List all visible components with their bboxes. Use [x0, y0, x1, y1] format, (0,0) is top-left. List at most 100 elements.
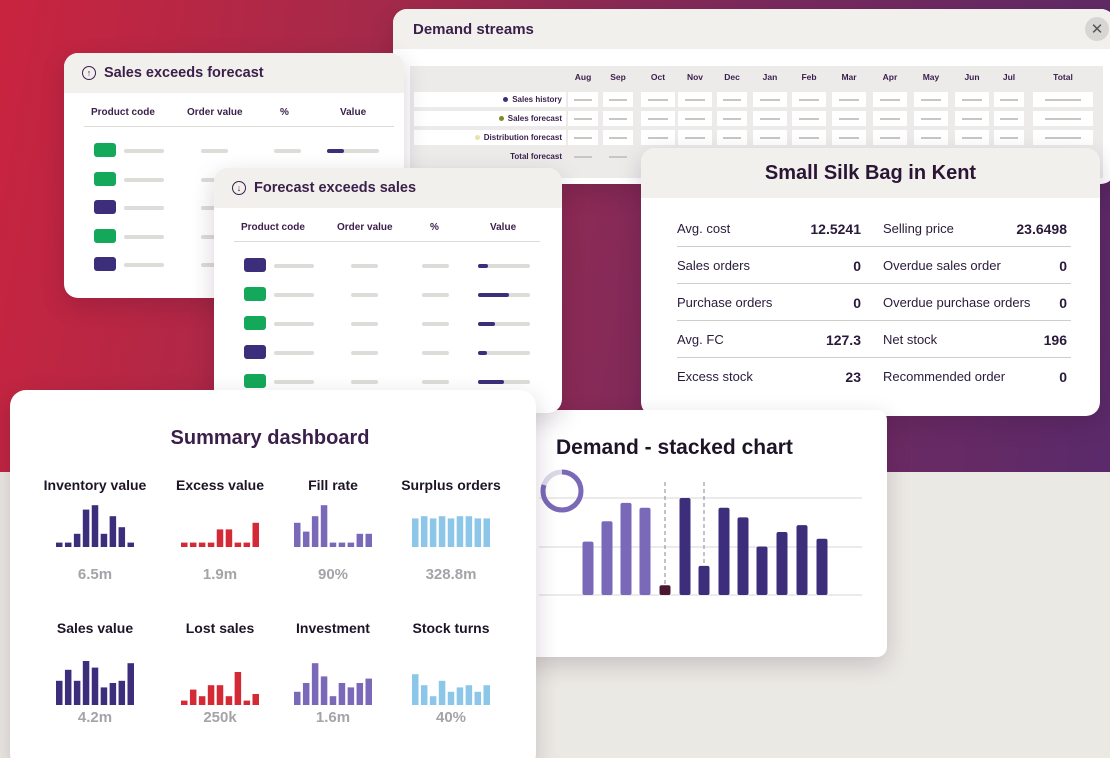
sparkbar — [302, 683, 310, 705]
sparkbar — [73, 680, 81, 705]
placeholder-dash — [920, 117, 942, 120]
table-row[interactable] — [64, 143, 404, 159]
metric-label: Excess value — [176, 477, 264, 493]
stream-cell — [955, 92, 989, 107]
order-value-placeholder — [351, 351, 378, 355]
product-code-placeholder — [274, 293, 314, 297]
metric-value: 40% — [435, 709, 467, 726]
chart-bar — [776, 531, 788, 595]
month-header: Jun — [964, 72, 980, 82]
placeholder-dash — [838, 98, 860, 101]
stream-row-label: Sales history — [414, 92, 566, 107]
chart-bar — [639, 507, 651, 595]
table-row[interactable] — [214, 374, 562, 390]
percent-placeholder — [422, 380, 449, 384]
arrow-up-circle-icon: ↑ — [82, 66, 96, 80]
product-title: Small Silk Bag in Kent — [641, 148, 1100, 198]
sparkbar — [225, 696, 233, 705]
product-code-swatch — [244, 374, 266, 388]
metric-value: 1.9m — [202, 566, 238, 583]
detail-value: 23 — [845, 368, 861, 385]
placeholder-dash — [647, 136, 669, 139]
sparkbar — [294, 691, 301, 705]
metric-sparkbar — [412, 674, 490, 705]
stream-cell — [753, 92, 787, 107]
sparkbar — [438, 516, 446, 547]
stream-cell — [717, 130, 747, 145]
close-icon[interactable]: ✕ — [1085, 17, 1109, 41]
metric-sparkbar — [294, 663, 372, 705]
sparkbar — [127, 542, 134, 547]
sparkbar — [243, 700, 251, 705]
placeholder-dash — [609, 136, 627, 139]
summary-title: Summary dashboard — [170, 427, 370, 449]
detail-label: Net stock — [883, 332, 938, 347]
sparkbar — [207, 542, 215, 547]
order-value-placeholder — [351, 264, 378, 268]
value-bar-fill — [478, 293, 510, 297]
table-row[interactable] — [214, 287, 562, 303]
table-row[interactable] — [214, 258, 562, 274]
metric-sparkbar — [181, 672, 259, 705]
chart-bar — [582, 541, 594, 595]
stream-cell — [873, 130, 907, 145]
sparkbar — [56, 680, 63, 705]
stream-row-label: Sales forecast — [414, 111, 566, 126]
placeholder-dash — [574, 117, 592, 120]
sparkbar — [64, 669, 72, 705]
product-code-swatch — [244, 316, 266, 330]
sparkbar — [73, 533, 81, 547]
stream-row-label: Total forecast — [414, 149, 566, 164]
order-value-placeholder — [351, 380, 378, 384]
placeholder-dash — [759, 117, 781, 120]
placeholder-dash — [759, 98, 781, 101]
stream-cell — [1033, 130, 1093, 145]
column-header: Product code — [91, 107, 155, 118]
table-row[interactable] — [214, 316, 562, 332]
detail-row: Avg. cost 12.5241 Selling price 23.6498 — [677, 210, 1071, 247]
legend-dot — [503, 97, 509, 102]
sales-exceeds-header: ↑ Sales exceeds forecast — [64, 53, 404, 93]
metric-sparkbar — [294, 505, 372, 547]
chart-bar — [698, 565, 710, 595]
placeholder-dash — [723, 98, 741, 101]
sparkbar — [447, 691, 455, 705]
month-header: Mar — [841, 72, 857, 82]
demand-streams-title: Demand streams — [393, 9, 1110, 49]
stream-label-text: Sales history — [512, 95, 562, 104]
stream-row-label: Distribution forecast — [414, 130, 566, 145]
placeholder-dash — [1045, 117, 1081, 120]
sparkbar — [207, 685, 215, 705]
sparkbar — [216, 529, 224, 547]
value-bar — [478, 380, 530, 384]
sparkbar — [483, 518, 490, 547]
sparkbar — [109, 683, 117, 705]
summary-dashboard-panel: Summary dashboard Inventory value 6.5m Exc… — [10, 390, 536, 758]
stream-cell — [792, 130, 826, 145]
sparkbar — [329, 542, 337, 547]
detail-label: Overdue sales order — [883, 258, 1001, 273]
placeholder-dash — [879, 136, 901, 139]
product-detail-panel: Small Silk Bag in Kent Avg. cost 12.5241 S… — [641, 148, 1100, 416]
column-header: Order value — [337, 222, 393, 233]
column-header: Product code — [241, 222, 305, 233]
detail-value: 0 — [1059, 294, 1067, 311]
stream-cell — [914, 111, 948, 126]
stream-label-text: Total forecast — [510, 152, 562, 161]
product-code-placeholder — [124, 177, 164, 182]
metric-sparkbar — [181, 522, 259, 547]
sparkbar — [302, 531, 310, 547]
stream-cell — [603, 111, 633, 126]
stream-cell — [641, 92, 675, 107]
sales-exceeds-title: Sales exceeds forecast — [104, 65, 264, 81]
table-row[interactable] — [214, 345, 562, 361]
month-header: Feb — [801, 72, 817, 82]
chart-bar — [679, 498, 691, 595]
header-divider — [84, 126, 394, 127]
month-header: Total — [1053, 72, 1073, 82]
product-code-placeholder — [124, 206, 164, 210]
stream-cell — [678, 92, 712, 107]
sparkbar — [64, 542, 72, 547]
metric-value: 250k — [203, 709, 237, 726]
stream-cell — [1033, 111, 1093, 126]
